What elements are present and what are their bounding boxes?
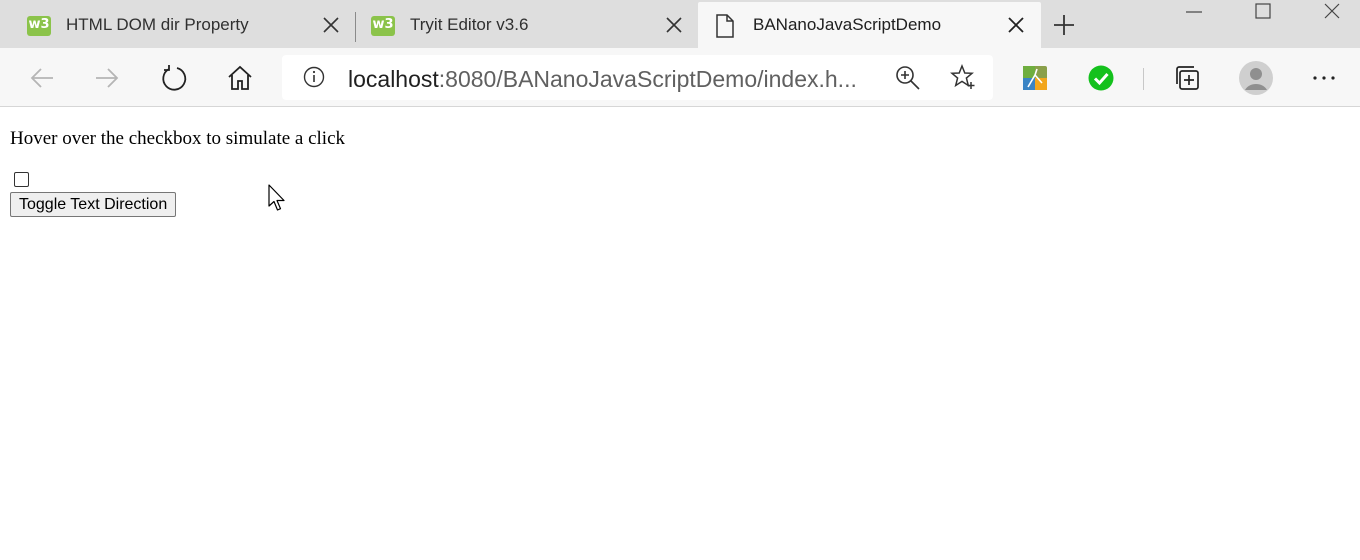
tab-title: HTML DOM dir Property [66,15,249,34]
collections-button[interactable] [1172,62,1204,94]
mouse-cursor-icon [268,184,285,211]
home-icon [228,65,252,90]
extension-button[interactable] [1019,62,1051,94]
browser-toolbar: localhost:8080/BANanoJavaScriptDemo/inde… [0,48,1360,107]
instruction-text: Hover over the checkbox to simulate a cl… [10,128,346,149]
back-button[interactable] [26,62,58,94]
refresh-button[interactable] [158,62,190,94]
favorite-star-icon[interactable] [950,64,976,90]
tab-tryit-editor[interactable]: w3 Tryit Editor v3.6 [356,2,696,48]
window-close-icon[interactable] [1320,2,1344,22]
close-icon[interactable] [1005,14,1027,36]
tab-html-dom-dir-property[interactable]: w3 HTML DOM dir Property [0,2,352,48]
extension-colorful-icon [1023,66,1047,90]
new-tab-plus-icon[interactable] [1052,13,1076,37]
toolbar-divider [1143,68,1144,90]
close-icon[interactable] [663,14,685,36]
extension-check-button[interactable] [1085,62,1117,94]
w3schools-icon: w3 [27,16,51,36]
back-arrow-icon [30,68,53,88]
minimize-icon[interactable] [1182,2,1206,22]
address-bar[interactable]: localhost:8080/BANanoJavaScriptDemo/inde… [282,55,993,100]
tab-bananojavascriptdemo[interactable]: BANanoJavaScriptDemo [698,2,1041,48]
more-horizontal-icon [1313,76,1335,80]
profile-button[interactable] [1238,60,1274,96]
page-icon [716,14,734,38]
tab-title: BANanoJavaScriptDemo [753,15,942,34]
zoom-icon[interactable] [895,65,921,91]
page-content: Hover over the checkbox to simulate a cl… [0,108,1360,560]
close-icon[interactable] [320,14,342,36]
avatar-icon [1239,61,1273,95]
refresh-icon [162,65,187,91]
maximize-icon[interactable] [1251,2,1275,22]
green-check-icon [1088,65,1114,91]
demo-checkbox[interactable] [14,172,29,187]
url-host: localhost [348,66,439,92]
info-icon[interactable] [303,66,325,88]
tab-strip: w3 HTML DOM dir Property w3 Tryit Editor… [0,0,1360,48]
tab-title: Tryit Editor v3.6 [410,15,529,34]
settings-menu-button[interactable] [1308,62,1340,94]
w3schools-icon: w3 [371,16,395,36]
forward-button[interactable] [91,62,123,94]
forward-arrow-icon [96,68,119,88]
url-path: :8080/BANanoJavaScriptDemo/index.h... [438,66,857,92]
toggle-text-direction-button[interactable]: Toggle Text Direction [10,192,177,217]
collections-icon [1176,66,1199,90]
home-button[interactable] [224,62,256,94]
url-text[interactable]: localhost:8080/BANanoJavaScriptDemo/inde… [348,66,857,93]
